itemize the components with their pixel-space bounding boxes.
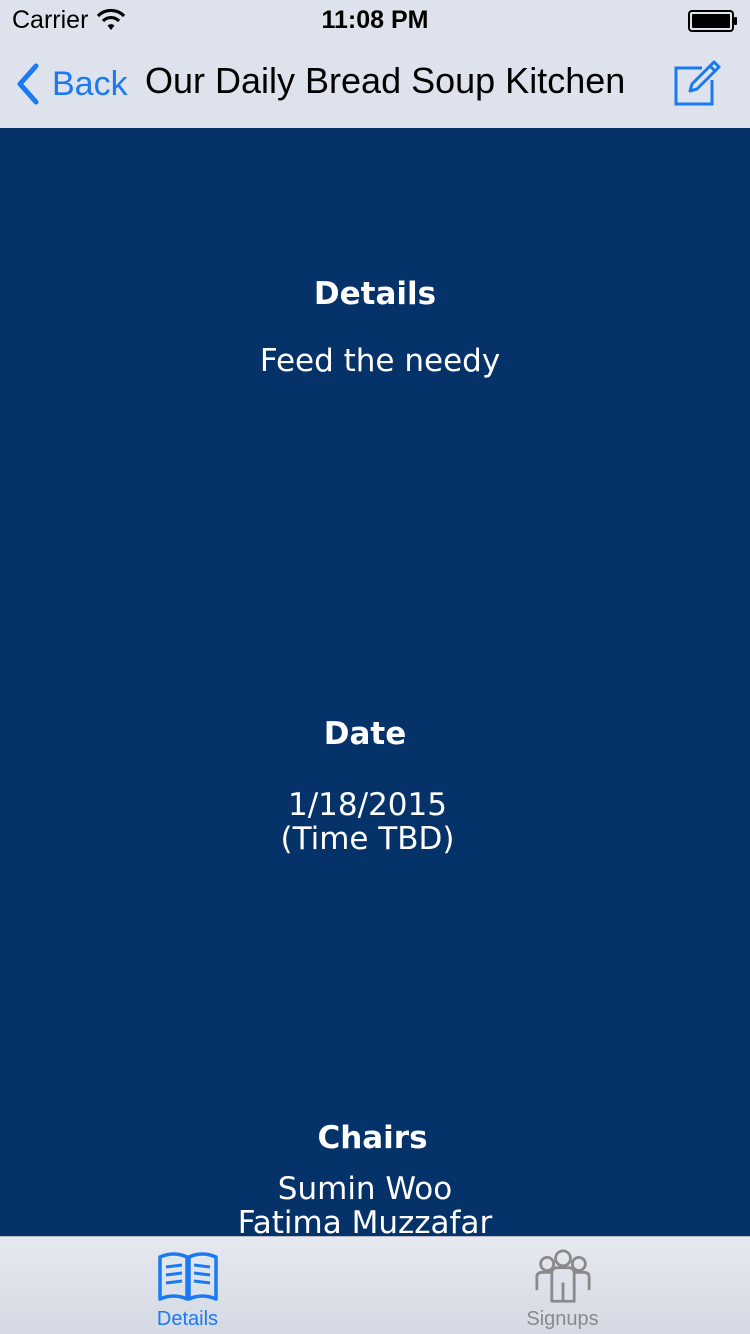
details-heading: Details [313,276,437,312]
screen: Carrier 11:08 PM Back Our Daily Bread So… [0,0,750,1334]
date-heading: Date [323,716,407,752]
compose-icon[interactable] [672,58,722,108]
status-bar: Carrier 11:08 PM [0,0,750,40]
time-value: (Time TBD) [280,821,455,857]
event-details-content: Details Feed the needy Date 1/18/2015 (T… [0,128,750,1240]
tab-signups[interactable]: Signups [375,1237,750,1334]
battery-icon [688,10,737,32]
back-button-label: Back [52,64,128,103]
chair-name: Sumin Woo [277,1171,453,1207]
date-value: 1/18/2015 [288,787,447,823]
tab-details[interactable]: Details [0,1237,375,1334]
book-icon [157,1252,218,1301]
tab-bar: Details Signups [0,1236,750,1334]
tab-signups-label: Signups [526,1308,599,1330]
back-button[interactable]: Back [14,62,128,106]
page-title: Our Daily Bread Soup Kitchen [145,60,626,101]
chevron-left-icon [17,63,39,105]
chair-name: Fatima Muzzafar [237,1205,493,1241]
status-time: 11:08 PM [321,6,429,34]
details-text: Feed the needy [259,343,501,379]
people-icon [534,1249,591,1303]
tab-details-label: Details [156,1308,219,1330]
navigation-bar: Back Our Daily Bread Soup Kitchen [0,40,750,128]
chairs-heading: Chairs [317,1120,428,1156]
